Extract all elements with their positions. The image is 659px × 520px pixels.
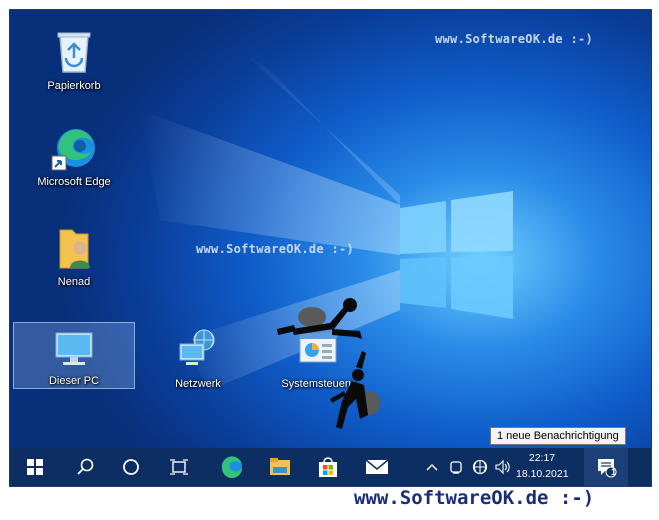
climbers-illustration [277,298,380,429]
cortana-icon [123,459,139,475]
task-view-button[interactable] [159,448,199,486]
recycle-bin-label: Papierkorb [47,80,101,92]
footer-watermark: www.SoftwareOK.de :-) [354,487,595,509]
tray-network-button[interactable] [469,448,491,486]
watermark-center: www.SoftwareOK.de :-) [196,242,355,256]
notification-count-badge: 1 [611,467,617,477]
desktop-icon-network[interactable]: Netzwerk [152,326,244,390]
network-label: Netzwerk [175,378,221,390]
action-center-button[interactable]: 1 [584,448,628,486]
mail-icon [365,459,389,474]
store-icon [319,457,337,477]
taskbar-edge-button[interactable] [212,448,252,486]
edge-label: Microsoft Edge [37,176,111,188]
user-folder-icon [50,224,98,272]
tray-webcam-button[interactable] [445,448,467,486]
desktop[interactable]: www.SoftwareOK.de :-) www.SoftwareOK.de … [9,9,652,487]
camera-icon [450,461,462,474]
desktop-icon-recycle-bin[interactable]: Papierkorb [28,28,120,92]
clock[interactable]: 22:17 18.10.2021 [516,448,569,486]
search-button[interactable] [65,448,105,486]
desktop-icon-edge[interactable]: Microsoft Edge [28,124,120,188]
cortana-button[interactable] [111,448,151,486]
edge-icon [50,124,98,172]
recycle-bin-icon [50,28,98,76]
search-icon [77,458,94,475]
edge-icon [221,456,242,478]
start-icon [27,459,43,475]
tray-volume-button[interactable] [492,448,514,486]
this-pc-icon [50,327,98,375]
network-icon [174,326,222,374]
watermark-top-right: www.SoftwareOK.de :-) [435,32,594,46]
clock-time: 22:17 [528,452,556,464]
notification-tooltip: 1 neue Benachrichtigung [490,427,626,445]
speaker-icon [495,459,510,475]
desktop-icon-this-pc[interactable]: Dieser PC [13,322,135,389]
start-button[interactable] [15,448,55,486]
user-label: Nenad [57,276,91,288]
this-pc-label: Dieser PC [48,375,100,387]
globe-icon [472,459,488,475]
file-explorer-icon [270,458,290,475]
store-button[interactable] [308,448,348,486]
show-hidden-icons-button[interactable] [422,448,442,486]
taskbar: 22:17 18.10.2021 1 [10,448,651,486]
task-view-icon [170,459,188,475]
file-explorer-button[interactable] [260,448,300,486]
desktop-icon-user[interactable]: Nenad [28,224,120,288]
chevron-up-icon [426,464,438,471]
mail-button[interactable] [357,448,397,486]
clock-date: 18.10.2021 [516,468,569,480]
